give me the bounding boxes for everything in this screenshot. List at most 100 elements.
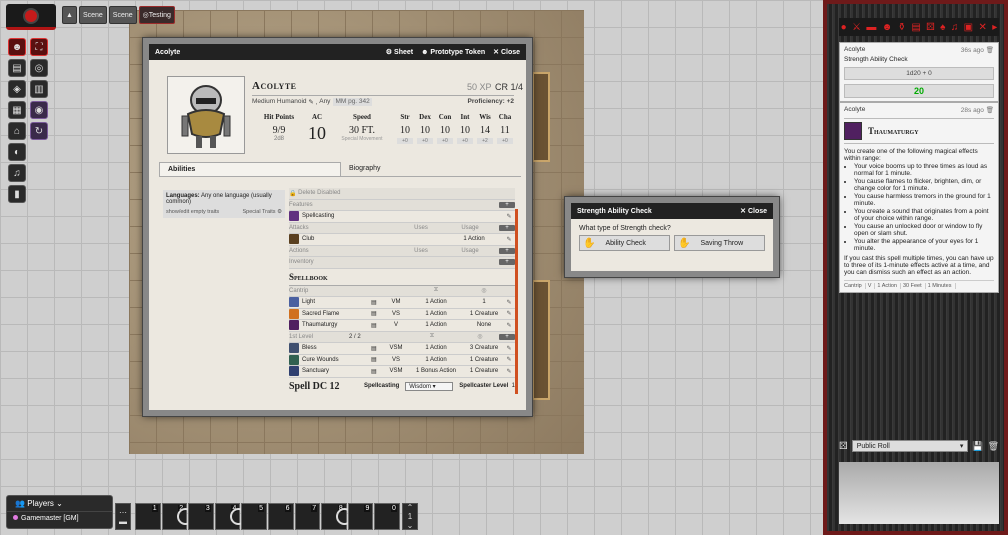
tiles-tool-button[interactable]: ▦ [8, 101, 26, 119]
actors-icon[interactable]: ☻ [882, 22, 893, 33]
dialog-close-button[interactable]: ✕ Close [740, 207, 767, 215]
spell-row[interactable]: Thaumaturgy ▤ V 1 Action None ✎ [289, 320, 515, 332]
macro-slot[interactable]: 2 [161, 503, 194, 530]
chat-message[interactable]: Acolyte 36s ago 🗑 Strength Ability Check … [839, 42, 999, 102]
macro-slot[interactable]: 4 [214, 503, 247, 530]
ruler-sub-button[interactable]: ▥ [30, 80, 48, 98]
spellcasting-ability-select[interactable]: Wisdom ▾ [405, 381, 454, 391]
macro-slot[interactable]: 6 [267, 503, 294, 530]
roll-total[interactable]: 20 [844, 84, 994, 98]
chat-icon[interactable]: ● [841, 22, 847, 33]
close-button[interactable]: ✕ Close [493, 48, 520, 56]
select-tool-button[interactable]: ⛶ [30, 38, 48, 56]
alignment[interactable]: Any [319, 98, 330, 106]
items-icon[interactable]: ⚱ [898, 22, 906, 33]
compendium-icon[interactable]: ▣ [964, 22, 973, 33]
prepared-icon[interactable]: ▤ [371, 345, 385, 352]
players-header[interactable]: 👥 Players ⌄ [7, 496, 112, 512]
spell-row[interactable]: Sanctuary ▤ VSM 1 Bonus Action 1 Creature ✎ [289, 366, 515, 378]
folder-icon[interactable]: ▬ [119, 517, 127, 526]
ability-dex[interactable]: Dex 10 +0 [417, 113, 433, 144]
chevron-down-icon[interactable]: ⌄ [407, 521, 414, 530]
app-logo[interactable] [6, 4, 56, 30]
add-feature-button[interactable]: + [499, 201, 515, 208]
actor-name[interactable]: Acolyte [252, 80, 297, 92]
player-entry[interactable]: Gamemaster [GM] [7, 512, 112, 525]
trash-icon[interactable]: 🗑 [986, 47, 994, 54]
ability-cha[interactable]: Cha 11 +0 [497, 113, 513, 144]
prepared-icon[interactable]: ▤ [371, 310, 385, 317]
collapse-icon[interactable]: ▸ [992, 22, 997, 33]
trash-icon[interactable]: 🗑 [988, 441, 999, 452]
scene-tab-active[interactable]: ◎ Testing [138, 6, 175, 24]
prepared-icon[interactable]: ▤ [371, 368, 385, 375]
speed-value[interactable]: 30 FT. [339, 125, 385, 136]
cards-icon[interactable]: ♠ [940, 22, 945, 33]
spell-row[interactable]: Bless ▤ VSM 1 Action 3 Creature ✎ [289, 343, 515, 355]
prepared-icon[interactable]: ▤ [371, 322, 385, 329]
token-tool-button[interactable]: ☻ [8, 38, 26, 56]
spell-row[interactable]: Cure Wounds ▤ VS 1 Action 1 Creature ✎ [289, 354, 515, 366]
macro-slot[interactable]: 7 [294, 503, 321, 530]
save-icon[interactable]: 💾 [972, 441, 983, 452]
roll-formula[interactable]: 1d20 + 0 [844, 67, 994, 80]
challenge-rating[interactable]: CR 1/4 [495, 82, 523, 92]
spell-row[interactable]: Sacred Flame ▤ VS 1 Action 1 Creature ✎ [289, 308, 515, 320]
prepared-icon[interactable]: ▤ [371, 356, 385, 363]
add-item-button[interactable]: + [499, 259, 515, 266]
show-empty-traits-link[interactable]: show/edit empty traits [166, 209, 219, 215]
add-action-button[interactable]: + [499, 247, 515, 254]
scene-tab[interactable]: Scene [78, 6, 107, 24]
hotbar-menu-icon[interactable]: ⋯ [119, 508, 127, 517]
shapes-tool-button[interactable]: ◈ [8, 80, 26, 98]
macro-slot[interactable]: 0 [374, 503, 400, 530]
chat-input[interactable] [839, 462, 999, 524]
lighting-tool-button[interactable]: ◐ [8, 143, 26, 161]
chevron-up-icon[interactable]: ⌃ [407, 503, 414, 512]
window-header[interactable]: Acolyte ⚙ Sheet ☻ Prototype Token ✕ Clos… [149, 44, 526, 60]
edit-icon[interactable]: ✎ [503, 236, 515, 243]
macro-slot[interactable]: 1 [135, 503, 161, 530]
ruler-tool-button[interactable]: ▤ [8, 59, 26, 77]
spell-slots[interactable]: 2 / 2 [349, 334, 403, 340]
scrollbar[interactable] [515, 209, 518, 394]
playlists-icon[interactable]: ♫ [951, 22, 959, 33]
languages-line[interactable]: Languages: Any one language (usually com… [166, 193, 282, 205]
edit-icon[interactable]: ✎ [503, 345, 515, 352]
macro-slot[interactable]: 5 [241, 503, 267, 530]
collapse-scenes-button[interactable]: ▲ [62, 6, 77, 24]
edit-icon[interactable]: ✎ [503, 356, 515, 363]
chat-message[interactable]: Acolyte 28s ago 🗑 Thaumaturgy You create … [839, 102, 999, 293]
hit-dice[interactable]: 2d8 [259, 136, 299, 142]
notes-tool-button[interactable]: ▮ [8, 185, 26, 203]
ability-int[interactable]: Int 10 +0 [457, 113, 473, 144]
macro-slot[interactable]: 9 [347, 503, 374, 530]
ability-wis[interactable]: Wis 14 +2 [477, 113, 493, 144]
walls-tool-button[interactable]: ⌂ [8, 122, 26, 140]
rotate-tool-button[interactable]: ↻ [30, 122, 48, 140]
combat-icon[interactable]: ⚔ [852, 22, 861, 33]
edit-icon[interactable]: ✎ [503, 299, 515, 306]
ac-value[interactable]: 10 [306, 123, 328, 144]
tab-abilities[interactable]: Abilities [159, 162, 341, 176]
saving-throw-button[interactable]: ✋ Saving Throw [674, 235, 765, 251]
delete-disabled-toggle[interactable]: 🔒 Delete Disabled [289, 188, 515, 200]
spell-row[interactable]: Light ▤ VM 1 Action 1 ✎ [289, 297, 515, 309]
roll-mode-select[interactable]: Public Roll ▾ [851, 440, 969, 452]
dice-icon[interactable]: ⚄ [839, 441, 848, 452]
dialog-header[interactable]: Strength Ability Check ✕ Close [571, 203, 773, 219]
tables-icon[interactable]: ⚄ [926, 22, 935, 33]
edit-icon[interactable]: ✎ [503, 310, 515, 317]
actor-portrait[interactable] [167, 76, 245, 154]
trash-icon[interactable]: 🗑 [986, 107, 994, 114]
prototype-token-button[interactable]: ☻ Prototype Token [421, 49, 485, 56]
special-traits-button[interactable]: Special Traits ⚙ [243, 209, 282, 215]
add-spell-button[interactable]: + [499, 333, 515, 340]
sheet-config-button[interactable]: ⚙ Sheet [386, 48, 413, 56]
ability-str[interactable]: Str 10 +0 [397, 113, 413, 144]
hide-token-button[interactable]: ◉ [30, 101, 48, 119]
target-tool-button[interactable]: ◎ [30, 59, 48, 77]
settings-icon[interactable]: ✕ [978, 22, 986, 33]
journal-icon[interactable]: ▤ [911, 22, 920, 33]
tab-biography[interactable]: Biography [341, 162, 521, 176]
